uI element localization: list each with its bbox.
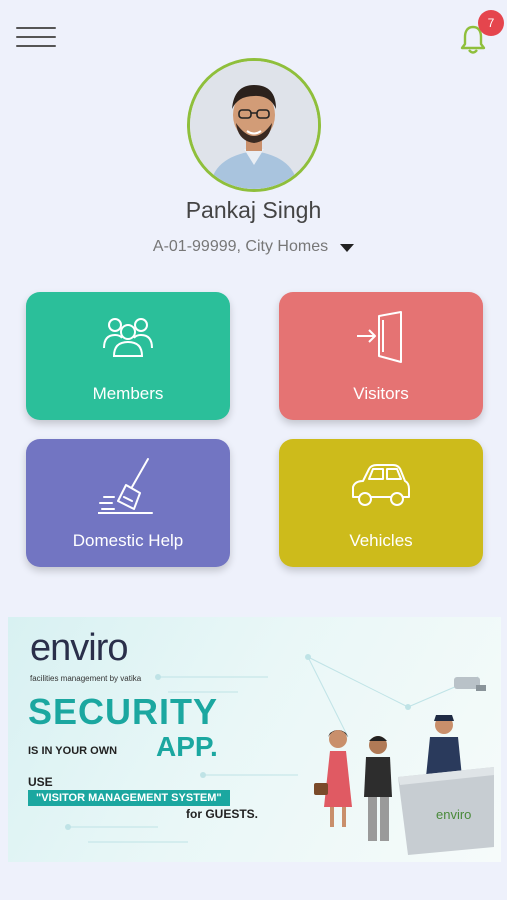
banner-use: USE [28,775,53,789]
notification-button[interactable]: 7 [456,10,504,58]
security-desk-illustration: enviro [314,677,494,855]
members-label: Members [92,384,164,403]
car-icon [352,464,410,506]
domestic-help-label: Domestic Help [72,531,184,550]
members-tile[interactable]: Members [26,292,230,420]
banner-line-2: IS IN YOUR OWN [28,745,118,757]
avatar[interactable] [187,58,321,192]
banner-app-word: APP. [156,731,218,762]
banner-headline: SECURITY [28,691,219,732]
desk-brand-text: enviro [436,807,471,822]
members-icon [103,318,153,357]
hamburger-menu-icon[interactable] [16,27,56,49]
visitors-label: Visitors [353,384,409,403]
unit-label: A-01-99999, City Homes [152,238,329,255]
vehicles-tile[interactable]: Vehicles [279,439,483,567]
vehicles-label: Vehicles [349,531,413,550]
domestic-help-tile[interactable]: Domestic Help [26,439,230,567]
banner-highlight: "VISITOR MANAGEMENT SYSTEM" [28,790,230,806]
brand-tagline: facilities management by vatika [30,674,142,683]
brand-logo: enviro [30,627,128,669]
user-name: Pankaj Singh [185,197,322,223]
visitor-entry-icon [357,311,402,363]
notification-badge: 7 [478,10,504,36]
broom-icon [98,458,153,514]
caret-down-icon [340,244,355,252]
promo-banner[interactable]: enviro facilities management by vatika S… [8,617,501,862]
unit-selector[interactable]: A-01-99999, City Homes [0,238,507,256]
banner-tail: for GUESTS. [186,807,259,821]
visitors-tile[interactable]: Visitors [279,292,483,420]
